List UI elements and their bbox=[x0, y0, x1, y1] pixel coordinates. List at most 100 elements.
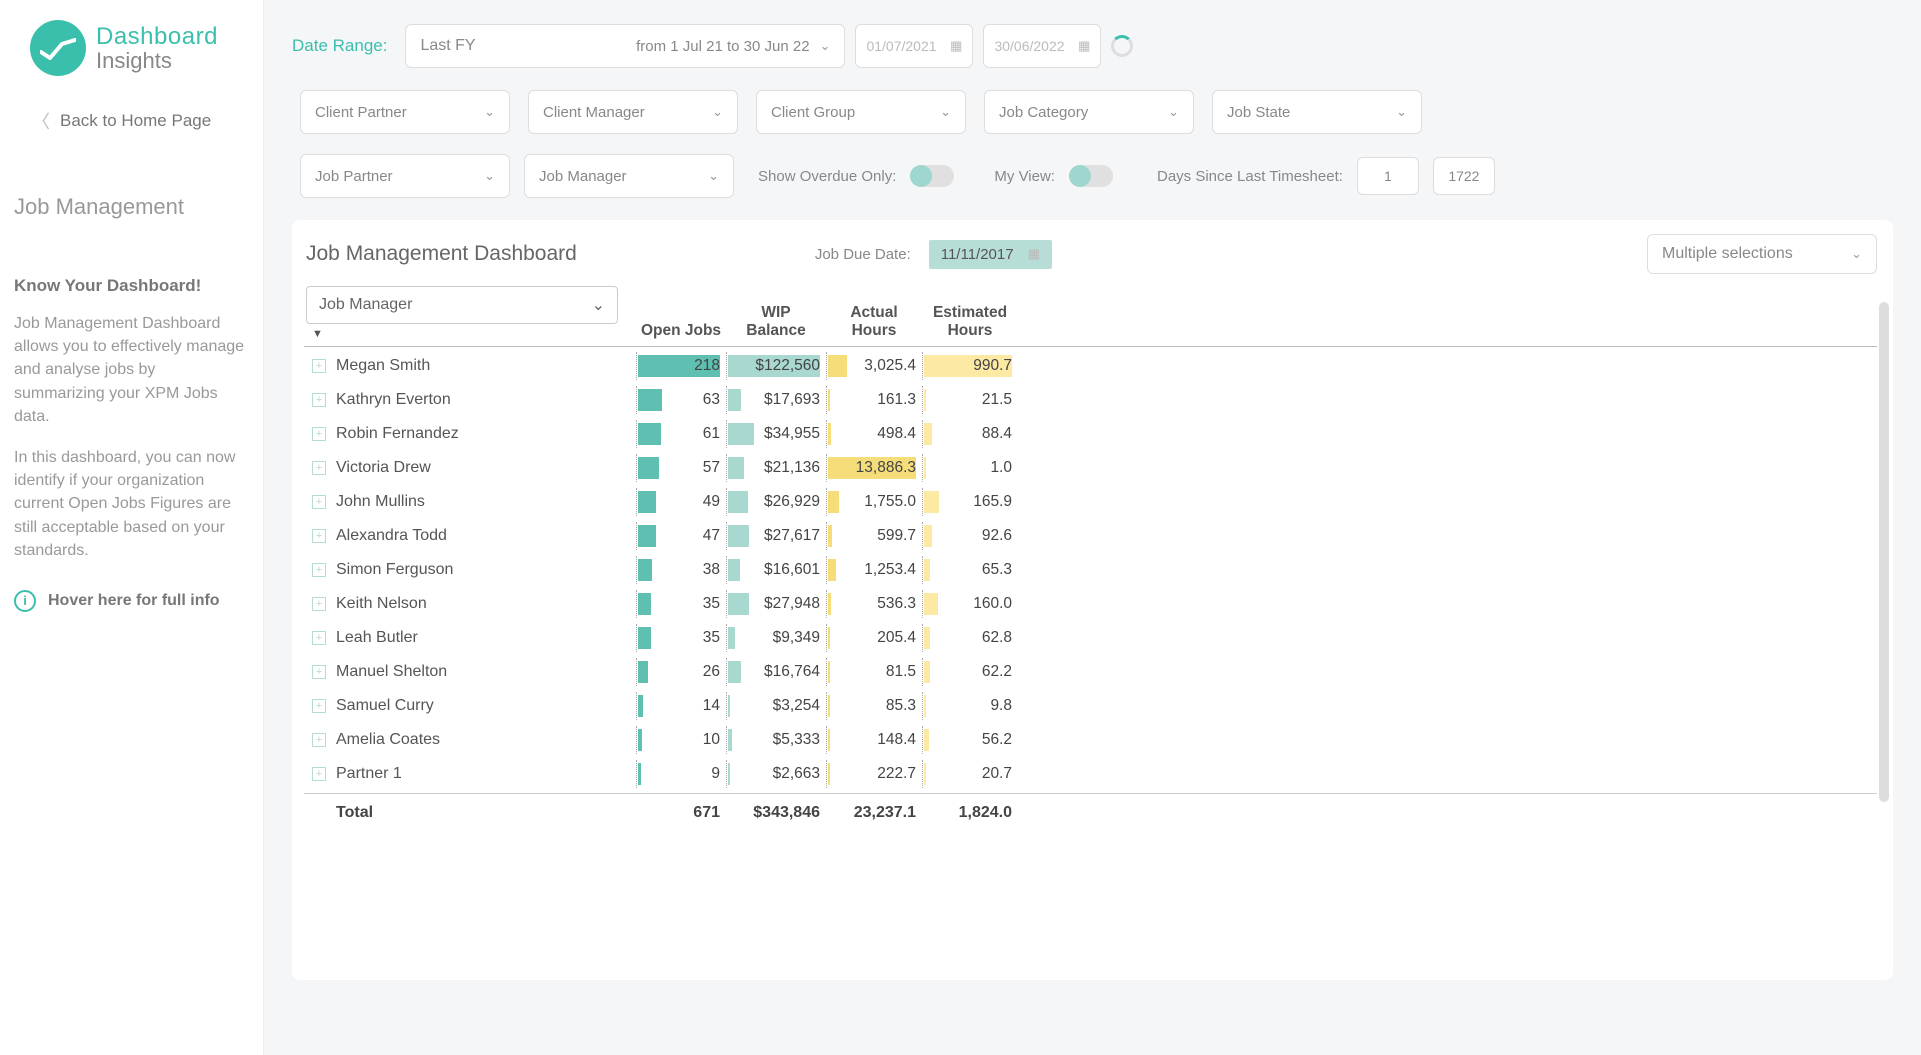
bar bbox=[924, 423, 932, 445]
cell-value: 990.7 bbox=[973, 357, 1012, 375]
cell-est: 92.6 bbox=[922, 522, 1018, 550]
manager-name[interactable]: Keith Nelson bbox=[336, 595, 636, 613]
total-row: Total 671 $343,846 23,237.1 1,824.0 bbox=[304, 793, 1877, 827]
cell-value: 85.3 bbox=[886, 697, 916, 715]
hover-info[interactable]: i Hover here for full info bbox=[12, 562, 251, 612]
multiple-selections-dropdown[interactable]: Multiple selections ⌄ bbox=[1647, 234, 1877, 274]
chevron-down-icon: ⌄ bbox=[484, 168, 495, 184]
date-to-input[interactable]: 30/06/2022 ▦ bbox=[983, 24, 1101, 68]
table-row: +Manuel Shelton26$16,76481.562.2 bbox=[304, 655, 1877, 689]
job-manager-select[interactable]: Job Manager ⌄ bbox=[524, 154, 734, 198]
col-open-jobs[interactable]: Open Jobs bbox=[636, 322, 726, 340]
filter-row-dates: Date Range: Last FY from 1 Jul 21 to 30 … bbox=[292, 0, 1893, 68]
manager-name[interactable]: Leah Butler bbox=[336, 629, 636, 647]
client-partner-select[interactable]: Client Partner⌄ bbox=[300, 90, 510, 134]
days-max-input[interactable]: 1722 bbox=[1433, 157, 1495, 195]
manager-name[interactable]: Megan Smith bbox=[336, 357, 636, 375]
job-manager-header: Job Manager bbox=[319, 296, 412, 314]
know-heading: Know Your Dashboard! bbox=[12, 220, 251, 304]
expand-icon[interactable]: + bbox=[312, 733, 326, 747]
expand-icon[interactable]: + bbox=[312, 529, 326, 543]
client-manager-select[interactable]: Client Manager⌄ bbox=[528, 90, 738, 134]
chevron-down-icon: ⌄ bbox=[592, 295, 605, 315]
manager-name[interactable]: Manuel Shelton bbox=[336, 663, 636, 681]
manager-name[interactable]: John Mullins bbox=[336, 493, 636, 511]
due-date-input[interactable]: 11/11/2017 ▦ bbox=[929, 240, 1052, 269]
cell-act: 161.3 bbox=[826, 386, 922, 414]
bar bbox=[638, 627, 651, 649]
job-category-select[interactable]: Job Category⌄ bbox=[984, 90, 1194, 134]
bar bbox=[924, 729, 929, 751]
bar bbox=[828, 389, 830, 411]
chevron-down-icon: ⌄ bbox=[708, 168, 719, 184]
cell-wip: $27,948 bbox=[726, 590, 826, 618]
expand-icon[interactable]: + bbox=[312, 699, 326, 713]
cell-value: 160.0 bbox=[973, 595, 1012, 613]
cell-wip: $122,560 bbox=[726, 352, 826, 380]
job-partner-select[interactable]: Job Partner⌄ bbox=[300, 154, 510, 198]
cell-value: 92.6 bbox=[982, 527, 1012, 545]
expand-icon[interactable]: + bbox=[312, 393, 326, 407]
cell-value: 21.5 bbox=[982, 391, 1012, 409]
cell-value: $3,254 bbox=[773, 697, 820, 715]
table-row: + John Mullins 49 $26,929 1,755.0 165.9 bbox=[304, 485, 1877, 519]
expand-icon[interactable]: + bbox=[312, 427, 326, 441]
manager-name[interactable]: Partner 1 bbox=[336, 765, 636, 783]
date-range-select[interactable]: Last FY from 1 Jul 21 to 30 Jun 22 ⌄ bbox=[405, 24, 845, 68]
select-label: Job State bbox=[1227, 104, 1290, 121]
cell-value: 165.9 bbox=[973, 493, 1012, 511]
bar bbox=[828, 593, 831, 615]
expand-icon[interactable]: + bbox=[312, 631, 326, 645]
date-from-input[interactable]: 01/07/2021 ▦ bbox=[855, 24, 973, 68]
logo-mark-icon bbox=[30, 20, 86, 76]
cell-value: 13,886.3 bbox=[856, 459, 916, 477]
cell-value: $16,601 bbox=[764, 561, 820, 579]
manager-name[interactable]: Samuel Curry bbox=[336, 697, 636, 715]
manager-name[interactable]: Kathryn Everton bbox=[336, 391, 636, 409]
cell-value: 1,755.0 bbox=[864, 493, 916, 511]
job-manager-column-select[interactable]: Job Manager ⌄ bbox=[306, 286, 618, 324]
cell-value: $34,955 bbox=[764, 425, 820, 443]
main-content: Date Range: Last FY from 1 Jul 21 to 30 … bbox=[264, 0, 1921, 1055]
cell-value: 49 bbox=[703, 493, 720, 511]
overdue-toggle[interactable] bbox=[910, 165, 954, 187]
loading-spinner-icon bbox=[1111, 35, 1133, 57]
client-group-select[interactable]: Client Group⌄ bbox=[756, 90, 966, 134]
job-state-select[interactable]: Job State⌄ bbox=[1212, 90, 1422, 134]
bar bbox=[828, 423, 831, 445]
col-actual-hours[interactable]: Actual Hours bbox=[826, 304, 922, 340]
expand-icon[interactable]: + bbox=[312, 665, 326, 679]
manager-name[interactable]: Robin Fernandez bbox=[336, 425, 636, 443]
expand-icon[interactable]: + bbox=[312, 495, 326, 509]
cell-value: $26,929 bbox=[764, 493, 820, 511]
expand-icon[interactable]: + bbox=[312, 461, 326, 475]
col-wip-balance[interactable]: WIP Balance bbox=[726, 304, 826, 340]
manager-name[interactable]: Victoria Drew bbox=[336, 459, 636, 477]
cell-value: 218 bbox=[694, 357, 720, 375]
myview-toggle[interactable] bbox=[1069, 165, 1113, 187]
sort-desc-icon[interactable]: ▼ bbox=[306, 324, 636, 340]
cell-wip: $17,693 bbox=[726, 386, 826, 414]
manager-name[interactable]: Alexandra Todd bbox=[336, 527, 636, 545]
days-min-input[interactable]: 1 bbox=[1357, 157, 1419, 195]
cell-open: 26 bbox=[636, 658, 726, 686]
back-to-home-link[interactable]: 〈 Back to Home Page bbox=[12, 92, 251, 150]
cell-wip: $34,955 bbox=[726, 420, 826, 448]
scrollbar[interactable] bbox=[1879, 302, 1889, 802]
expand-icon[interactable]: + bbox=[312, 359, 326, 373]
expand-icon[interactable]: + bbox=[312, 767, 326, 781]
cell-value: 20.7 bbox=[982, 765, 1012, 783]
expand-icon[interactable]: + bbox=[312, 563, 326, 577]
cell-value: 222.7 bbox=[877, 765, 916, 783]
table-row: +Keith Nelson35$27,948536.3160.0 bbox=[304, 587, 1877, 621]
cell-open: 49 bbox=[636, 488, 726, 516]
select-label: Job Manager bbox=[539, 168, 627, 185]
expand-icon[interactable]: + bbox=[312, 597, 326, 611]
col-estimated-hours[interactable]: Estimated Hours bbox=[922, 304, 1018, 340]
cell-value: 56.2 bbox=[982, 731, 1012, 749]
filter-row-job: Job Partner⌄ Job Manager⌄ Show Overdue O… bbox=[292, 134, 1893, 198]
manager-name[interactable]: Simon Ferguson bbox=[336, 561, 636, 579]
cell-value: $17,693 bbox=[764, 391, 820, 409]
manager-name[interactable]: Amelia Coates bbox=[336, 731, 636, 749]
days-since-label: Days Since Last Timesheet: bbox=[1157, 168, 1343, 185]
